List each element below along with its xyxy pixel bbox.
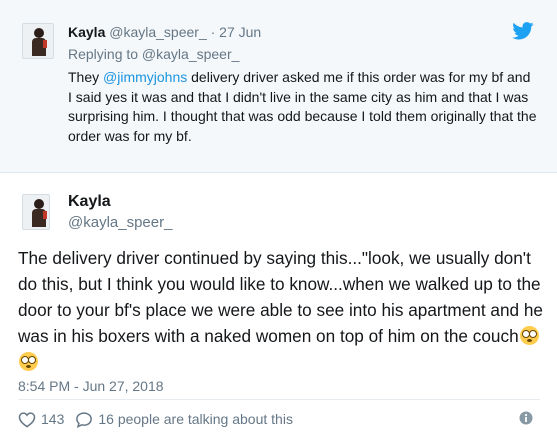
display-name[interactable]: Kayla (68, 193, 111, 211)
tweet-timestamp[interactable]: 8:54 PM - Jun 27, 2018 (18, 378, 164, 394)
flushed-face-icon (519, 326, 539, 345)
reply-tweet: Kayla @kayla_speer_ · 27 Jun Replying to… (0, 0, 557, 173)
heart-icon (18, 411, 36, 428)
reply-tweet-header: Kayla @kayla_speer_ · 27 Jun (68, 24, 261, 40)
user-handle[interactable]: @kayla_speer_ (68, 214, 172, 231)
like-button[interactable]: 143 (18, 411, 64, 428)
speech-bubble-icon (76, 411, 93, 428)
twitter-bird-icon[interactable] (512, 22, 534, 40)
display-name[interactable]: Kayla (68, 24, 105, 40)
replying-to[interactable]: Replying to @kayla_speer_ (68, 46, 239, 62)
avatar[interactable] (22, 23, 54, 59)
tweet-actions: 143 16 people are talking about this (18, 409, 293, 429)
avatar[interactable] (22, 194, 50, 230)
handle-and-date[interactable]: @kayla_speer_ · 27 Jun (109, 24, 261, 40)
talking-text: 16 people are talking about this (98, 411, 293, 427)
flushed-face-icon (19, 352, 38, 371)
tweet-text: The delivery driver continued by saying … (18, 245, 548, 375)
conversation-link[interactable]: 16 people are talking about this (75, 411, 293, 428)
divider (18, 399, 540, 400)
info-icon[interactable] (519, 411, 533, 425)
reply-tweet-text: They @jimmyjohns delivery driver asked m… (68, 69, 537, 144)
mention-link[interactable]: @jimmyjohns (103, 69, 187, 85)
like-count: 143 (41, 411, 65, 427)
